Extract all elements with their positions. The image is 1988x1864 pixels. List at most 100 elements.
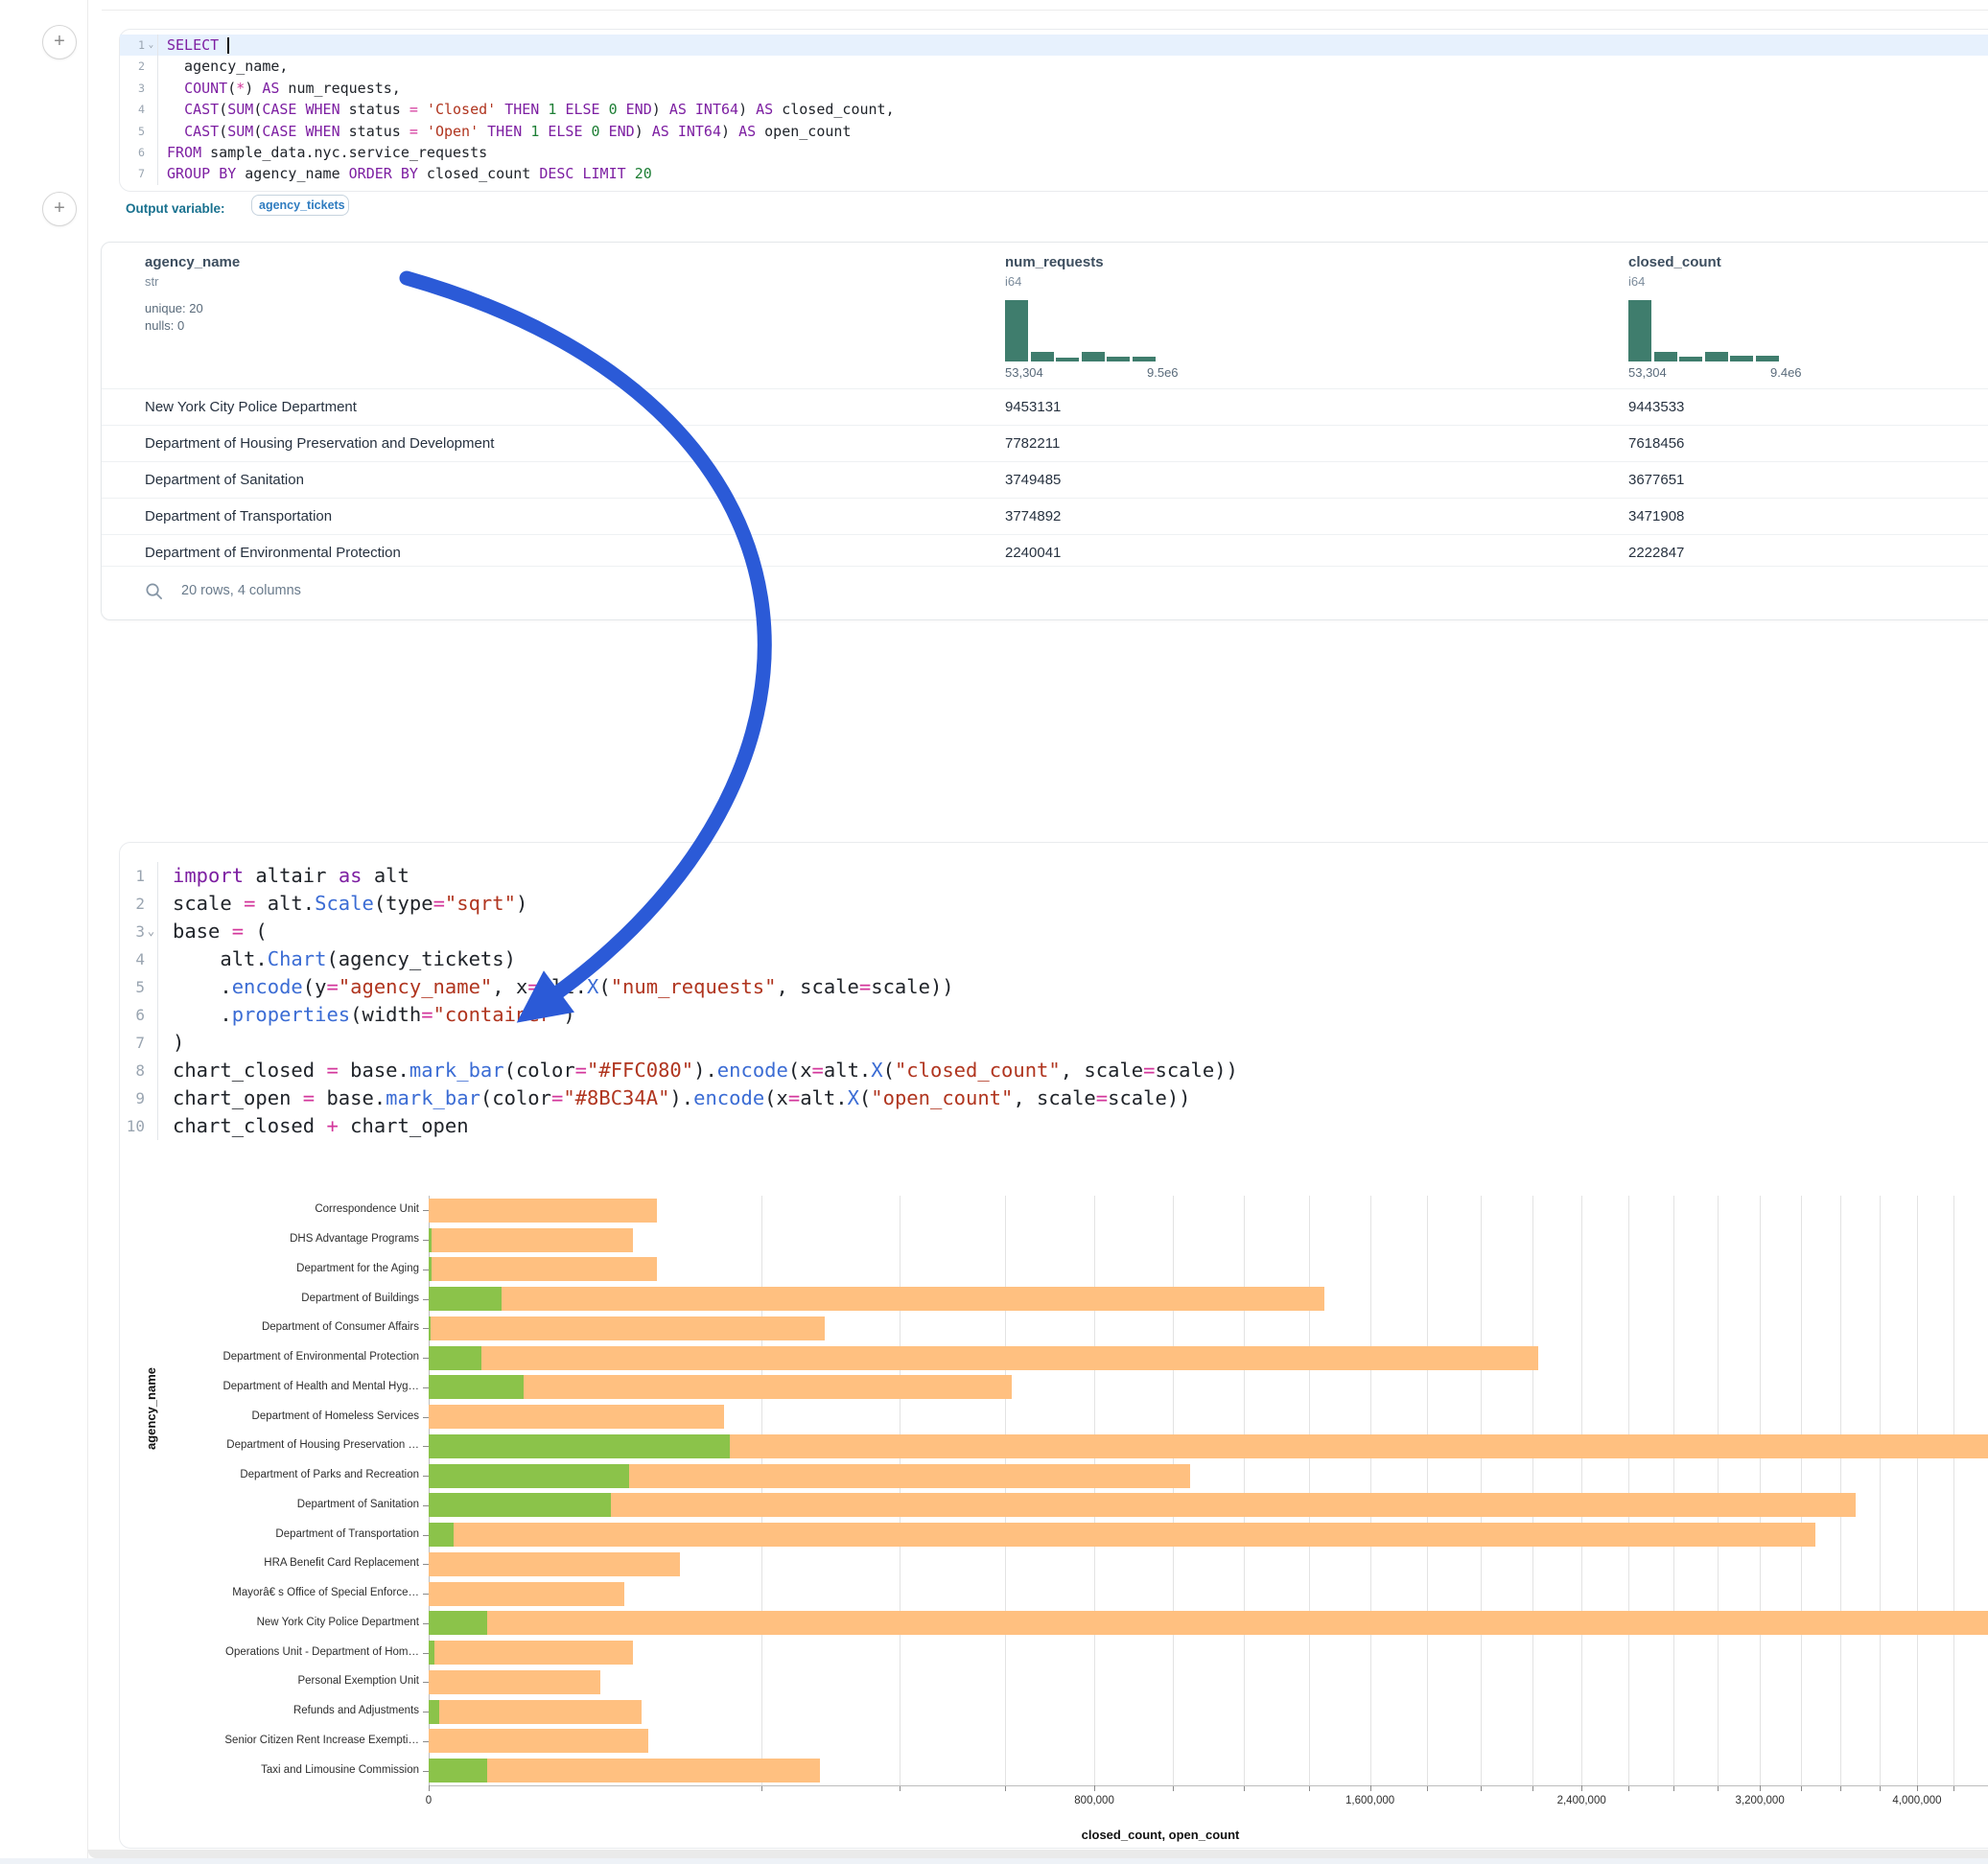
histogram-bar bbox=[1133, 357, 1156, 361]
column-header-num-requests[interactable]: num_requests bbox=[1005, 254, 1104, 270]
code-text: COUNT(*) AS num_requests, bbox=[157, 78, 401, 99]
fold-spacer bbox=[145, 56, 157, 77]
column-meta-nulls: nulls: 0 bbox=[145, 318, 184, 333]
line-number: 1 bbox=[120, 35, 145, 56]
fold-chevron-icon[interactable]: ⌄ bbox=[145, 35, 157, 56]
text-cursor bbox=[227, 37, 229, 54]
fold-spacer bbox=[145, 862, 157, 890]
code-line[interactable]: 4 alt.Chart(agency_tickets) bbox=[120, 945, 1988, 973]
fold-spacer bbox=[145, 121, 157, 142]
code-line[interactable]: 6 .properties(width="container") bbox=[120, 1001, 1988, 1029]
cell-num-requests: 9453131 bbox=[1005, 389, 1061, 425]
column-meta-unique: unique: 20 bbox=[145, 301, 203, 315]
code-line[interactable]: 1⌄SELECT bbox=[120, 35, 1988, 56]
code-line[interactable]: 5 .encode(y="agency_name", x=alt.X("num_… bbox=[120, 973, 1988, 1001]
line-number: 6 bbox=[120, 142, 145, 163]
open-bar bbox=[429, 1375, 524, 1399]
closed-bar bbox=[429, 1405, 724, 1429]
code-line[interactable]: 3⌄base = ( bbox=[120, 918, 1988, 945]
fold-spacer bbox=[145, 1001, 157, 1029]
x-tick-label: 800,000 bbox=[1074, 1795, 1114, 1806]
search-icon[interactable] bbox=[145, 582, 163, 600]
cell-agency-name: Department of Transportation bbox=[145, 499, 332, 534]
y-tick-label: Taxi and Limousine Commission bbox=[0, 1764, 419, 1776]
code-line[interactable]: 7 GROUP BY agency_name ORDER BY closed_c… bbox=[120, 163, 1988, 184]
open-bar bbox=[429, 1316, 431, 1340]
closed-bar bbox=[429, 1228, 633, 1252]
fold-spacer bbox=[145, 945, 157, 973]
code-line[interactable]: 1 import altair as alt bbox=[120, 862, 1988, 890]
gridline bbox=[1581, 1196, 1582, 1785]
closed-bar bbox=[429, 1523, 1815, 1547]
histogram-bar bbox=[1756, 356, 1779, 361]
code-line[interactable]: 9 chart_open = base.mark_bar(color="#8BC… bbox=[120, 1084, 1988, 1112]
open-bar bbox=[429, 1346, 481, 1370]
gridline bbox=[1309, 1196, 1310, 1785]
python-code-editor[interactable]: 1 import altair as alt2 scale = alt.Scal… bbox=[120, 862, 1988, 1140]
open-bar bbox=[429, 1611, 487, 1635]
code-line[interactable]: 3 COUNT(*) AS num_requests, bbox=[120, 78, 1988, 99]
open-bar bbox=[429, 1759, 487, 1782]
code-line[interactable]: 4 CAST(SUM(CASE WHEN status = 'Closed' T… bbox=[120, 99, 1988, 120]
row-count-label: 20 rows, 4 columns bbox=[181, 583, 301, 598]
code-line[interactable]: 2 agency_name, bbox=[120, 56, 1988, 77]
y-tick-label: Department of Buildings bbox=[0, 1293, 419, 1304]
x-axis-title: closed_count, open_count bbox=[1082, 1828, 1240, 1842]
gridline bbox=[1917, 1196, 1918, 1785]
line-number: 2 bbox=[120, 890, 145, 918]
closed-bar bbox=[429, 1199, 657, 1223]
y-tick-label: Operations Unit - Department of Hom… bbox=[0, 1646, 419, 1658]
add-cell-button-top[interactable]: + bbox=[42, 25, 77, 59]
line-number: 8 bbox=[120, 1057, 145, 1084]
cell-closed-count: 3677651 bbox=[1628, 462, 1684, 498]
code-line[interactable]: 8 chart_closed = base.mark_bar(color="#F… bbox=[120, 1057, 1988, 1084]
fold-spacer bbox=[145, 1029, 157, 1057]
line-number: 5 bbox=[120, 121, 145, 142]
code-line[interactable]: 2 scale = alt.Scale(type="sqrt") bbox=[120, 890, 1988, 918]
x-tick-label: 4,000,000 bbox=[1892, 1795, 1941, 1806]
y-tick-label: Department of Sanitation bbox=[0, 1499, 419, 1510]
code-line[interactable]: 6 FROM sample_data.nyc.service_requests bbox=[120, 142, 1988, 163]
code-line[interactable]: 10 chart_closed + chart_open bbox=[120, 1112, 1988, 1140]
code-text: scale = alt.Scale(type="sqrt") bbox=[157, 890, 527, 918]
code-line[interactable]: 5 CAST(SUM(CASE WHEN status = 'Open' THE… bbox=[120, 121, 1988, 142]
open-bar bbox=[429, 1641, 434, 1665]
column-type-closed-count: i64 bbox=[1628, 274, 1645, 289]
y-tick-label: Senior Citizen Rent Increase Exempti… bbox=[0, 1735, 419, 1746]
previous-cell-edge bbox=[102, 10, 1988, 11]
code-text: GROUP BY agency_name ORDER BY closed_cou… bbox=[157, 163, 652, 184]
closed-count-histogram bbox=[1628, 300, 1782, 361]
x-tick-label: 1,600,000 bbox=[1345, 1795, 1394, 1806]
add-cell-button-output[interactable]: + bbox=[42, 192, 77, 226]
code-text: import altair as alt bbox=[157, 862, 409, 890]
closed-bar bbox=[429, 1611, 1988, 1635]
fold-spacer bbox=[145, 78, 157, 99]
sql-cell[interactable]: 1⌄SELECT 2 agency_name,3 COUNT(*) AS num… bbox=[119, 29, 1988, 192]
histogram-bar bbox=[1082, 352, 1105, 361]
column-header-agency-name[interactable]: agency_name bbox=[145, 254, 240, 270]
y-axis-title: agency_name bbox=[144, 1367, 158, 1450]
y-tick-label: Personal Exemption Unit bbox=[0, 1675, 419, 1687]
code-text: chart_open = base.mark_bar(color="#8BC34… bbox=[157, 1084, 1191, 1112]
code-line[interactable]: 7 ) bbox=[120, 1029, 1988, 1057]
x-axis-tick bbox=[429, 1785, 430, 1791]
fold-spacer bbox=[145, 890, 157, 918]
histogram-bar bbox=[1005, 300, 1028, 361]
x-axis-tick bbox=[1094, 1785, 1095, 1791]
gridline bbox=[1173, 1196, 1174, 1785]
y-tick-label: Department of Environmental Protection bbox=[0, 1351, 419, 1363]
result-table: agency_name str unique: 20 nulls: 0 num_… bbox=[101, 242, 1988, 620]
closed-bar bbox=[429, 1287, 1324, 1311]
closed-bar bbox=[429, 1641, 633, 1665]
gridline bbox=[1427, 1196, 1428, 1785]
x-axis-tick bbox=[1917, 1785, 1918, 1791]
output-variable-pill[interactable]: agency_tickets bbox=[251, 195, 349, 216]
gridline bbox=[1801, 1196, 1802, 1785]
y-tick-label: Department of Parks and Recreation bbox=[0, 1469, 419, 1480]
column-header-closed-count[interactable]: closed_count bbox=[1628, 254, 1721, 270]
fold-spacer bbox=[145, 142, 157, 163]
fold-chevron-icon[interactable]: ⌄ bbox=[145, 918, 157, 945]
collapsed-cell-bar[interactable] bbox=[88, 1850, 1988, 1858]
fold-spacer bbox=[145, 973, 157, 1001]
sql-code-editor[interactable]: 1⌄SELECT 2 agency_name,3 COUNT(*) AS num… bbox=[120, 35, 1988, 185]
